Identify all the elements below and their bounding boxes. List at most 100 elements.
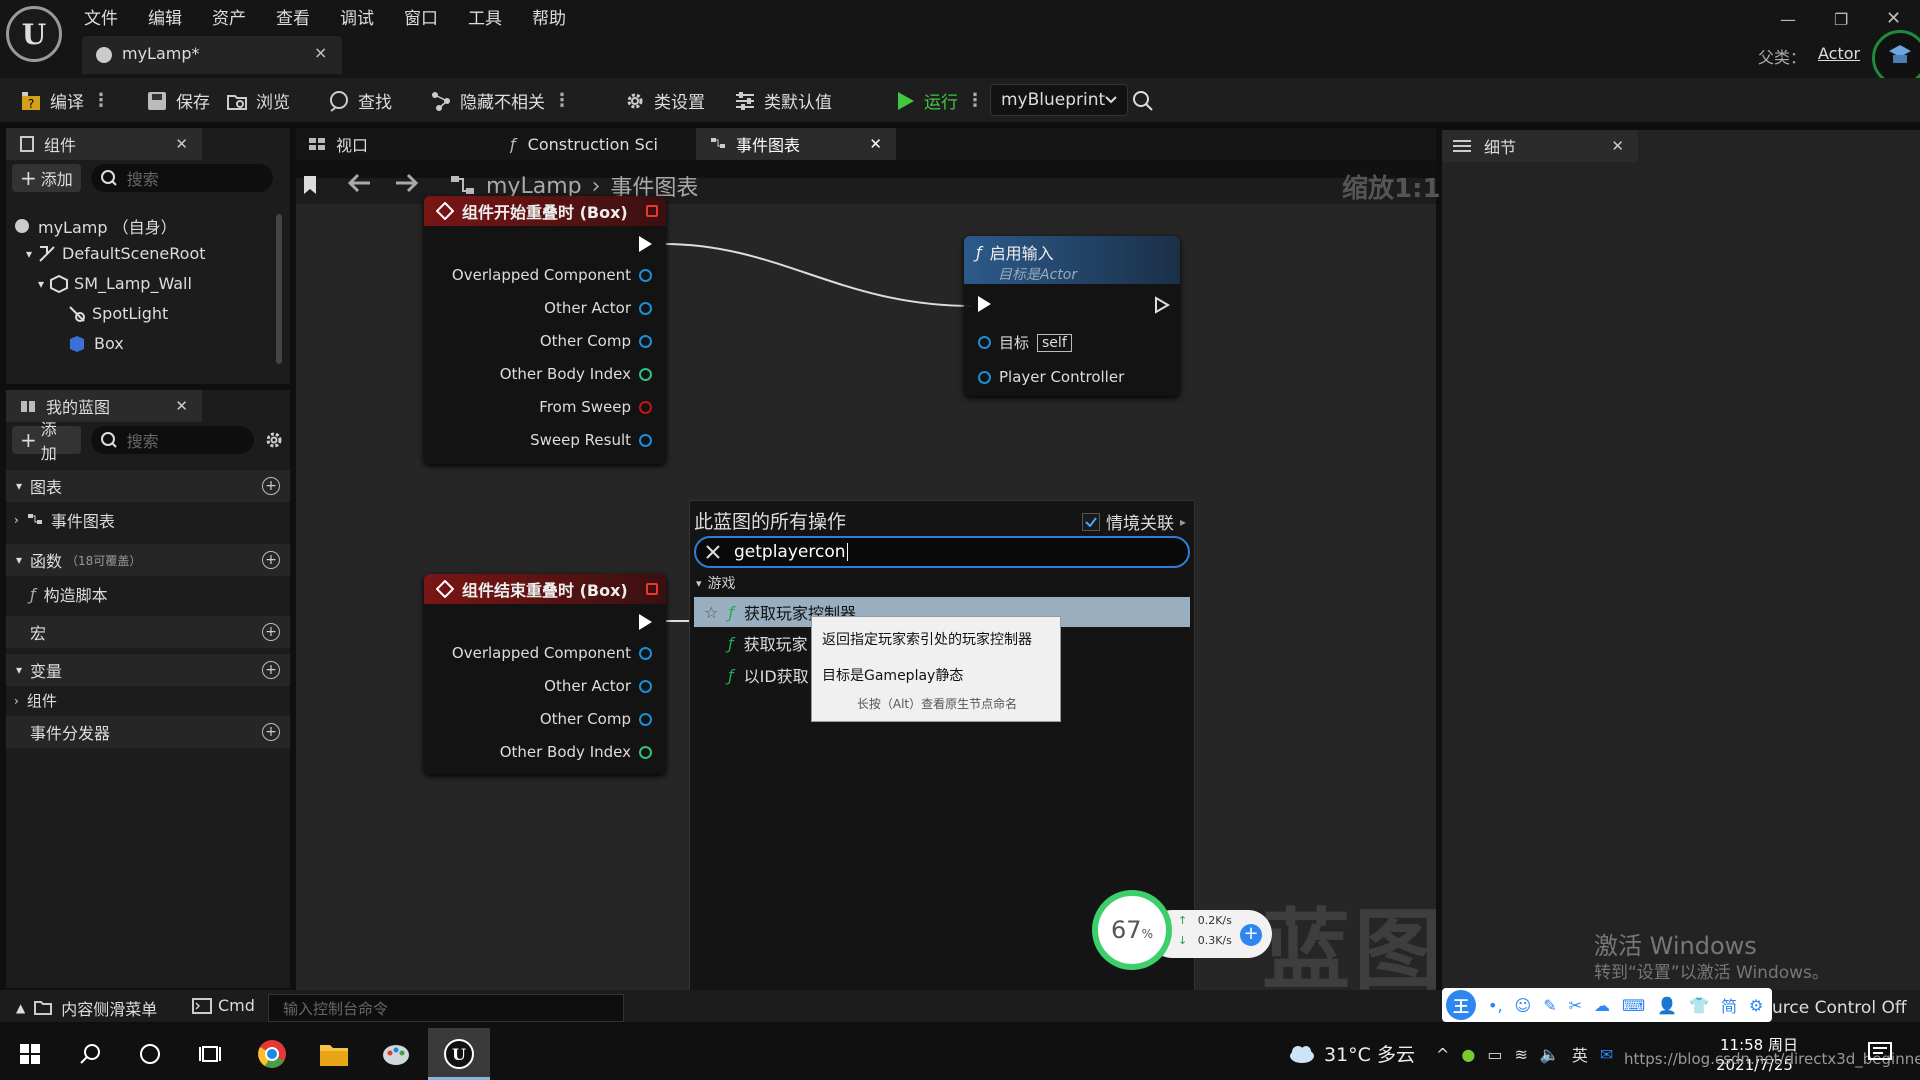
menu-tools[interactable]: 工具: [468, 4, 502, 29]
tree-item-box[interactable]: Box: [68, 334, 124, 353]
menu-view[interactable]: 查看: [276, 4, 310, 29]
node-end-overlap[interactable]: 组件结束重叠时 (Box) Overlapped Component Other…: [424, 574, 666, 774]
browse-button[interactable]: 浏览: [226, 88, 290, 113]
save-button[interactable]: 保存: [146, 88, 210, 113]
tree-item-spotlight[interactable]: SpotLight: [68, 304, 168, 323]
volume-icon[interactable]: 🔈: [1540, 1045, 1560, 1064]
run-button[interactable]: 运行 ⋮: [894, 88, 984, 113]
close-window-button[interactable]: ✕: [1886, 8, 1901, 29]
minimize-button[interactable]: —: [1780, 10, 1796, 29]
unreal-logo-icon[interactable]: U: [6, 6, 62, 62]
add-graph-icon[interactable]: +: [262, 477, 280, 495]
add-component-button[interactable]: + 添加: [12, 164, 81, 192]
node-enable-input[interactable]: ƒ 启用输入 目标是Actor 目标 self Player Controller: [964, 236, 1180, 396]
cmd-button[interactable]: Cmd: [192, 996, 255, 1015]
node-end-overlap-header[interactable]: 组件结束重叠时 (Box): [424, 574, 666, 604]
tab-viewport[interactable]: 视口: [308, 128, 368, 160]
document-tab-close-icon[interactable]: ×: [314, 43, 327, 62]
action-item-get-by-id[interactable]: ƒ 以ID获取: [728, 663, 809, 687]
pin-other-actor[interactable]: Other Actor: [544, 299, 652, 317]
document-tab[interactable]: myLamp* ×: [82, 36, 342, 74]
section-event-dispatchers[interactable]: 事件分发器 +: [6, 716, 290, 748]
my-blueprint-search-input[interactable]: 搜索: [90, 426, 254, 454]
class-settings-button[interactable]: 类设置: [624, 88, 705, 113]
chrome-icon[interactable]: [256, 1038, 288, 1070]
compile-options-icon[interactable]: ⋮: [92, 90, 110, 111]
context-sensitive-toggle[interactable]: 情境关联 ▸: [1082, 509, 1186, 534]
node-enable-input-header[interactable]: ƒ 启用输入 目标是Actor: [964, 236, 1180, 284]
find-button[interactable]: 查找: [328, 88, 392, 113]
tab-event-graph-close-icon[interactable]: ✕: [869, 135, 882, 153]
expand-arrow-icon[interactable]: ›: [14, 513, 19, 527]
tree-item-sm-lamp-wall[interactable]: ▾ SM_Lamp_Wall: [38, 274, 192, 293]
ime-simplified-icon[interactable]: 简: [1721, 993, 1737, 1017]
section-macros[interactable]: 宏 +: [6, 616, 290, 648]
class-defaults-button[interactable]: 类默认值: [734, 88, 832, 113]
menu-debug[interactable]: 调试: [340, 4, 374, 29]
pin-target[interactable]: 目标 self: [978, 332, 1072, 353]
star-icon[interactable]: ☆: [704, 603, 718, 622]
ime-logo-icon[interactable]: 王: [1446, 990, 1476, 1020]
item-event-graph[interactable]: › 事件图表: [14, 508, 115, 532]
components-tab[interactable]: 组件 ✕: [6, 128, 202, 160]
notification-icon[interactable]: [1868, 1042, 1892, 1064]
wifi-icon[interactable]: ≋: [1515, 1045, 1528, 1064]
my-blueprint-tab[interactable]: 我的蓝图 ✕: [6, 390, 202, 422]
bookmark-icon[interactable]: [302, 174, 318, 196]
pin-other-body-index[interactable]: Other Body Index: [500, 743, 652, 761]
details-close-icon[interactable]: ✕: [1611, 137, 1624, 155]
debug-search-icon[interactable]: [1132, 90, 1154, 112]
pin-other-body-index[interactable]: Other Body Index: [500, 365, 652, 383]
battery-icon[interactable]: ▭: [1487, 1045, 1502, 1064]
back-arrow-icon[interactable]: [346, 172, 372, 194]
node-begin-overlap[interactable]: 组件开始重叠时 (Box) Overlapped Component Other…: [424, 196, 666, 464]
network-speed-widget[interactable]: 67% ↑ 0.2K/s ↓ 0.3K/s +: [1092, 890, 1272, 970]
ime-cloud-icon[interactable]: ☁: [1594, 996, 1610, 1015]
collapse-arrow-icon[interactable]: ▾: [16, 479, 22, 493]
compile-button[interactable]: ? 编译 ⋮: [20, 88, 110, 113]
content-drawer-button[interactable]: ▲ 内容侧滑菜单: [16, 996, 157, 1020]
add-member-button[interactable]: + 添加: [12, 420, 81, 463]
components-scrollbar[interactable]: [276, 214, 282, 364]
gear-icon[interactable]: [264, 430, 284, 450]
console-command-input[interactable]: 输入控制台命令: [268, 994, 624, 1022]
pin-overlapped-component[interactable]: Overlapped Component: [452, 644, 652, 662]
exec-in-pin[interactable]: [978, 296, 991, 312]
windows-start-icon[interactable]: [14, 1038, 46, 1070]
pin-from-sweep[interactable]: From Sweep: [539, 398, 652, 416]
item-components-category[interactable]: › 组件: [14, 690, 57, 711]
collapse-arrow-icon[interactable]: ▾: [16, 663, 22, 677]
pin-sweep-result[interactable]: Sweep Result: [530, 431, 652, 449]
hide-unrelated-button[interactable]: 隐藏不相关 ⋮: [430, 88, 571, 113]
add-event-dispatcher-icon[interactable]: +: [262, 723, 280, 741]
parent-class-link[interactable]: Actor: [1818, 44, 1860, 63]
category-game[interactable]: ▾ 游戏: [696, 573, 736, 593]
collapse-arrow-icon[interactable]: ▾: [16, 553, 22, 567]
ime-language[interactable]: 英: [1572, 1042, 1588, 1066]
tray-app-icon[interactable]: ●: [1461, 1045, 1475, 1064]
exec-out-pin[interactable]: [639, 236, 652, 252]
section-functions[interactable]: ▾ 函数 （18可覆盖） +: [6, 544, 290, 576]
section-graphs[interactable]: ▾ 图表 +: [6, 470, 290, 502]
ime-tray-icon[interactable]: ✉: [1600, 1045, 1613, 1064]
ime-keyboard-icon[interactable]: ⌨: [1622, 996, 1645, 1015]
taskbar-search-icon[interactable]: [74, 1038, 106, 1070]
menu-help[interactable]: 帮助: [532, 4, 566, 29]
menu-window[interactable]: 窗口: [404, 4, 438, 29]
forward-arrow-icon[interactable]: [394, 172, 420, 194]
tree-item-defaultsceneroot[interactable]: ▾ DefaultSceneRoot: [26, 244, 206, 263]
self-default-value[interactable]: self: [1037, 333, 1072, 352]
debug-object-select[interactable]: myBlueprint: [990, 84, 1128, 116]
delegate-pin[interactable]: [646, 583, 658, 595]
pin-player-controller[interactable]: Player Controller: [978, 368, 1124, 386]
exec-out-pin[interactable]: [1154, 296, 1170, 314]
components-search-input[interactable]: 搜索: [90, 164, 273, 192]
ime-punct-icon[interactable]: •,: [1488, 996, 1503, 1015]
components-close-icon[interactable]: ✕: [175, 135, 188, 153]
my-blueprint-close-icon[interactable]: ✕: [175, 397, 188, 415]
pin-other-actor[interactable]: Other Actor: [544, 677, 652, 695]
source-control-status[interactable]: urce Control Off: [1772, 998, 1907, 1018]
pin-other-comp[interactable]: Other Comp: [540, 710, 652, 728]
weather-widget[interactable]: 31°C 多云: [1288, 1040, 1415, 1067]
restore-button[interactable]: ❐: [1834, 10, 1848, 29]
